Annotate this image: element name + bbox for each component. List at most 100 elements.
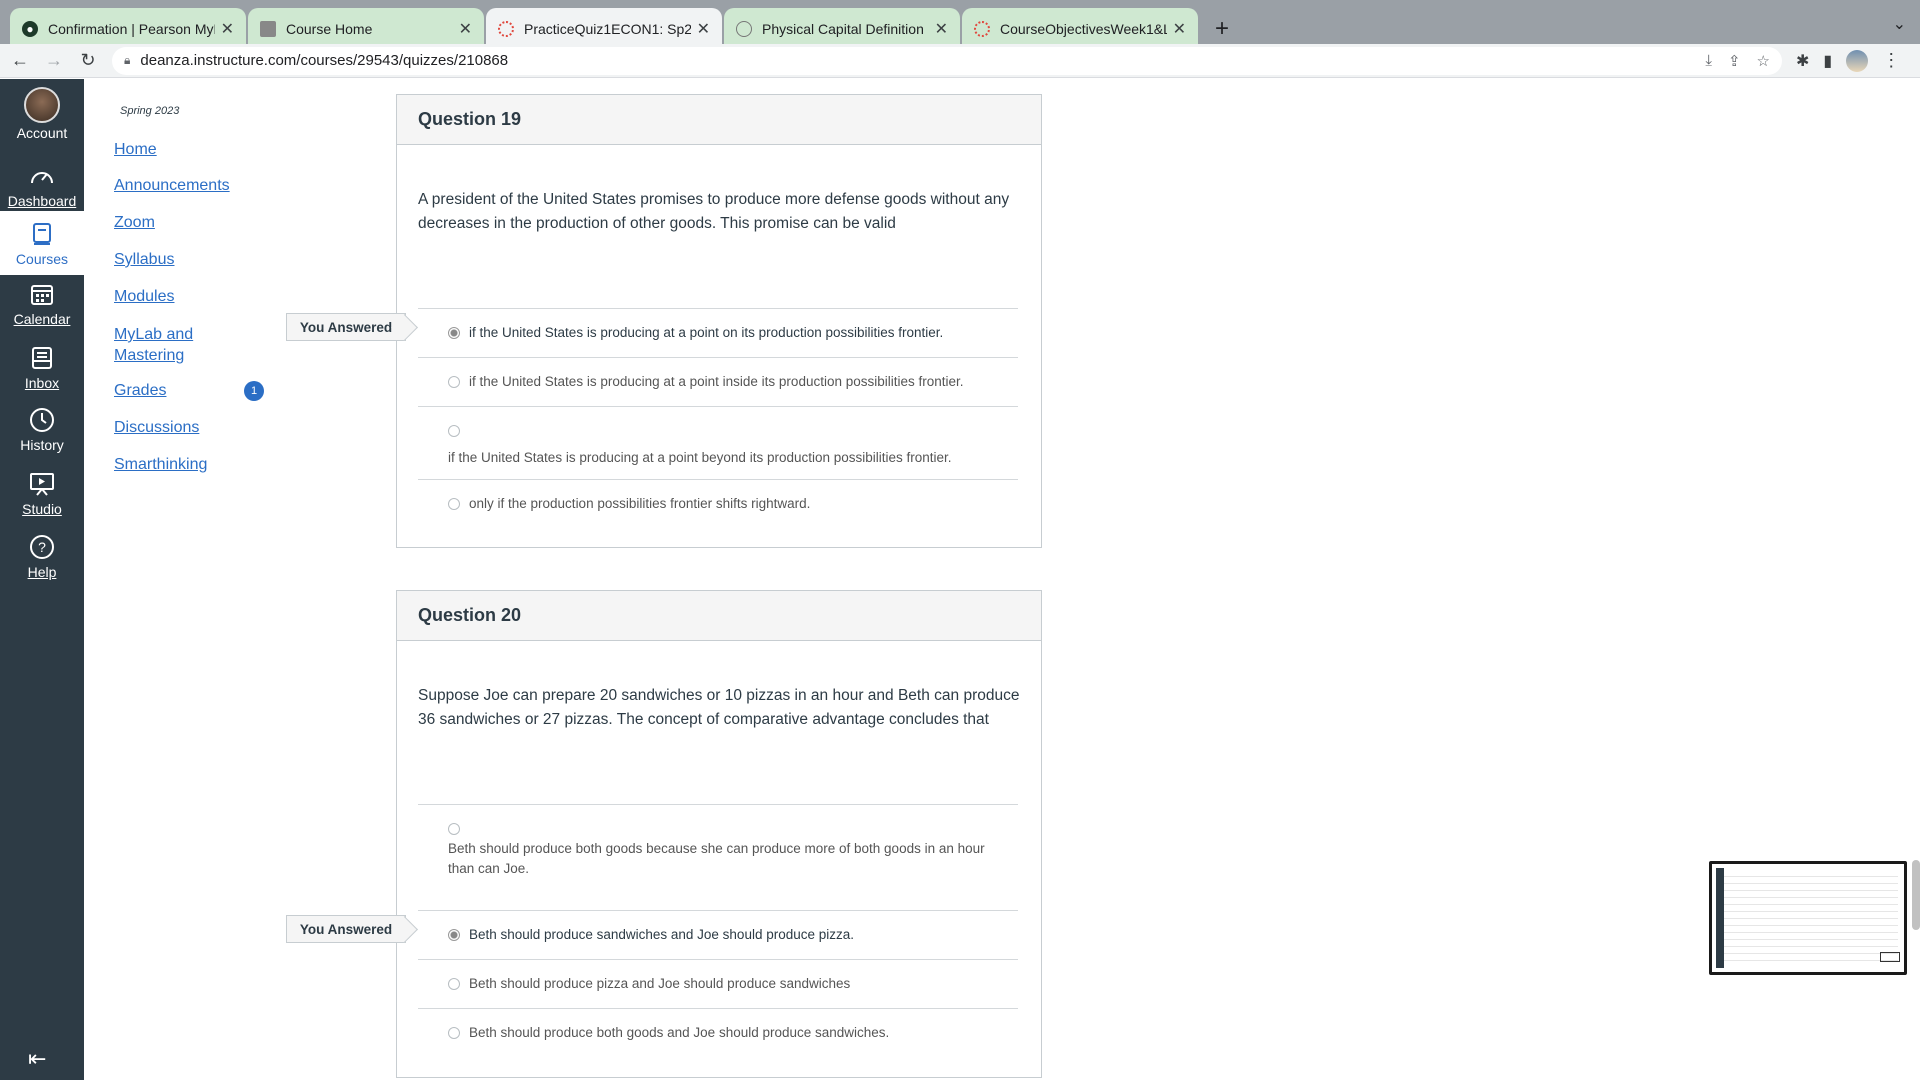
global-nav-studio[interactable]: Studio xyxy=(0,469,84,517)
answer-option[interactable]: if the United States is producing at a p… xyxy=(418,406,1018,479)
answer-option[interactable]: if the United States is producing at a p… xyxy=(418,357,1018,406)
tab-title: CourseObjectivesWeek1&Lectu xyxy=(1000,21,1167,37)
pearson-favicon-icon: ● xyxy=(22,21,38,37)
answer-radio[interactable] xyxy=(448,327,460,339)
close-tab-icon[interactable]: ✕ xyxy=(221,19,234,39)
global-nav-calendar[interactable]: Calendar xyxy=(0,279,84,327)
tab-title: Confirmation | Pearson MyLab xyxy=(48,21,215,37)
global-nav-help[interactable]: ? Help xyxy=(0,532,84,580)
help-question-icon: ? xyxy=(27,532,57,562)
course-navigation: Spring 2023 Home Announcements Zoom Syll… xyxy=(84,79,274,1080)
global-nav-history[interactable]: History xyxy=(0,405,84,453)
course-nav-syllabus[interactable]: Syllabus xyxy=(114,251,174,269)
tab-title: Course Home xyxy=(286,21,373,37)
back-icon[interactable]: ← xyxy=(6,47,34,75)
account-avatar xyxy=(24,87,60,123)
question-header: Question 19 xyxy=(397,95,1041,145)
courses-label: Courses xyxy=(15,251,69,267)
question-header: Question 20 xyxy=(397,591,1041,641)
studio-icon xyxy=(27,469,57,499)
question-text: Suppose Joe can prepare 20 sandwiches or… xyxy=(418,687,1020,728)
answer-option[interactable]: if the United States is producing at a p… xyxy=(418,308,1018,357)
answer-text: if the United States is producing at a p… xyxy=(448,450,952,465)
answer-radio[interactable] xyxy=(448,929,460,941)
tab-title: PracticeQuiz1ECON1: Sp23 EC xyxy=(524,21,691,37)
browser-toolbar: ← → ↻ 🔒︎ deanza.instructure.com/courses/… xyxy=(0,44,1920,78)
calendar-icon xyxy=(27,279,57,309)
bookmark-star-icon[interactable]: ☆ xyxy=(1757,52,1770,70)
global-nav-account[interactable]: Account xyxy=(0,87,84,141)
dashboard-label: Dashboard xyxy=(7,193,77,209)
question-card: Question 19 A president of the United St… xyxy=(396,94,1042,548)
account-label: Account xyxy=(16,125,68,141)
answer-text: Beth should produce sandwiches and Joe s… xyxy=(469,927,855,942)
answer-option[interactable]: only if the production possibilities fro… xyxy=(418,479,1018,528)
close-tab-icon[interactable]: ✕ xyxy=(697,19,710,39)
answer-radio[interactable] xyxy=(448,823,460,835)
answer-option[interactable]: Beth should produce both goods and Joe s… xyxy=(418,1008,1018,1057)
thumbnail-preview xyxy=(1718,870,1898,966)
browser-menu-icon[interactable]: ⋮ xyxy=(1882,50,1900,71)
answer-radio[interactable] xyxy=(448,1027,460,1039)
install-icon[interactable]: ⤓ xyxy=(1705,52,1712,70)
tab-search-icon[interactable]: ⌄ xyxy=(1893,14,1906,34)
close-tab-icon[interactable]: ✕ xyxy=(459,19,472,39)
svg-text:?: ? xyxy=(38,539,46,555)
document-favicon-icon xyxy=(260,21,276,37)
answer-text: Beth should produce both goods and Joe s… xyxy=(469,1025,890,1040)
answer-text: if the United States is producing at a p… xyxy=(469,325,944,340)
answer-text: Beth should produce pizza and Joe should… xyxy=(469,976,851,991)
answer-option[interactable]: Beth should produce sandwiches and Joe s… xyxy=(418,910,1018,959)
course-nav-grades[interactable]: Grades xyxy=(114,382,166,400)
close-tab-icon[interactable]: ✕ xyxy=(935,19,948,39)
course-nav-announcements[interactable]: Announcements xyxy=(114,177,230,195)
global-navigation: Account Dashboard Courses Calendar Inbox… xyxy=(0,79,84,1080)
address-bar[interactable]: 🔒︎ deanza.instructure.com/courses/29543/… xyxy=(112,46,1782,75)
question-text: A president of the United States promise… xyxy=(418,191,1010,232)
answer-option[interactable]: Beth should produce both goods because s… xyxy=(418,804,1018,910)
history-clock-icon xyxy=(27,405,57,435)
term-label: Spring 2023 xyxy=(120,105,180,117)
global-nav-inbox[interactable]: Inbox xyxy=(0,343,84,391)
you-answered-label: You Answered xyxy=(286,915,406,943)
close-tab-icon[interactable]: ✕ xyxy=(1173,19,1186,39)
browser-tab-bar: ● Confirmation | Pearson MyLab ✕ Course … xyxy=(0,0,1920,50)
course-nav-zoom[interactable]: Zoom xyxy=(114,214,155,232)
answer-option[interactable]: Beth should produce pizza and Joe should… xyxy=(418,959,1018,1008)
collapse-nav-icon[interactable]: ⇤ xyxy=(28,1046,46,1072)
you-answered-label: You Answered xyxy=(286,313,406,341)
lock-icon[interactable]: 🔒︎ xyxy=(124,53,130,68)
global-nav-courses[interactable]: Courses xyxy=(0,211,84,275)
inbox-icon xyxy=(27,343,57,373)
studio-label: Studio xyxy=(22,501,62,517)
course-nav-modules[interactable]: Modules xyxy=(114,288,174,306)
page-scrollbar[interactable] xyxy=(1912,860,1920,930)
grades-count-badge: 1 xyxy=(244,381,264,401)
answer-radio[interactable] xyxy=(448,425,460,437)
course-nav-smarthinking[interactable]: Smarthinking xyxy=(114,456,207,474)
new-tab-icon[interactable]: + xyxy=(1206,13,1238,45)
dashboard-gauge-icon xyxy=(27,161,57,191)
url-text: deanza.instructure.com/courses/29543/qui… xyxy=(140,52,509,69)
answer-radio[interactable] xyxy=(448,498,460,510)
answer-radio[interactable] xyxy=(448,376,460,388)
profile-avatar[interactable] xyxy=(1846,49,1869,72)
thumbnail-sidebar xyxy=(1716,868,1724,968)
answer-text: Beth should produce both goods because s… xyxy=(448,841,985,876)
inbox-label: Inbox xyxy=(24,375,60,391)
course-nav-discussions[interactable]: Discussions xyxy=(114,419,199,437)
share-icon[interactable]: ⇪ xyxy=(1728,52,1741,70)
calendar-label: Calendar xyxy=(13,311,71,327)
global-nav-dashboard[interactable]: Dashboard xyxy=(0,161,84,209)
extensions-puzzle-icon[interactable]: ✱ xyxy=(1796,51,1809,71)
answer-text: only if the production possibilities fro… xyxy=(469,496,811,511)
side-panel-icon[interactable]: ▮ xyxy=(1823,51,1832,71)
course-nav-home[interactable]: Home xyxy=(114,141,157,159)
reload-icon[interactable]: ↻ xyxy=(74,47,102,75)
screenshot-thumbnail[interactable] xyxy=(1709,861,1907,975)
course-nav-mylab[interactable]: MyLab and Mastering xyxy=(114,324,214,366)
help-label: Help xyxy=(27,564,57,580)
thumbnail-box xyxy=(1880,952,1900,962)
forward-icon[interactable]: → xyxy=(40,47,68,75)
answer-radio[interactable] xyxy=(448,978,460,990)
